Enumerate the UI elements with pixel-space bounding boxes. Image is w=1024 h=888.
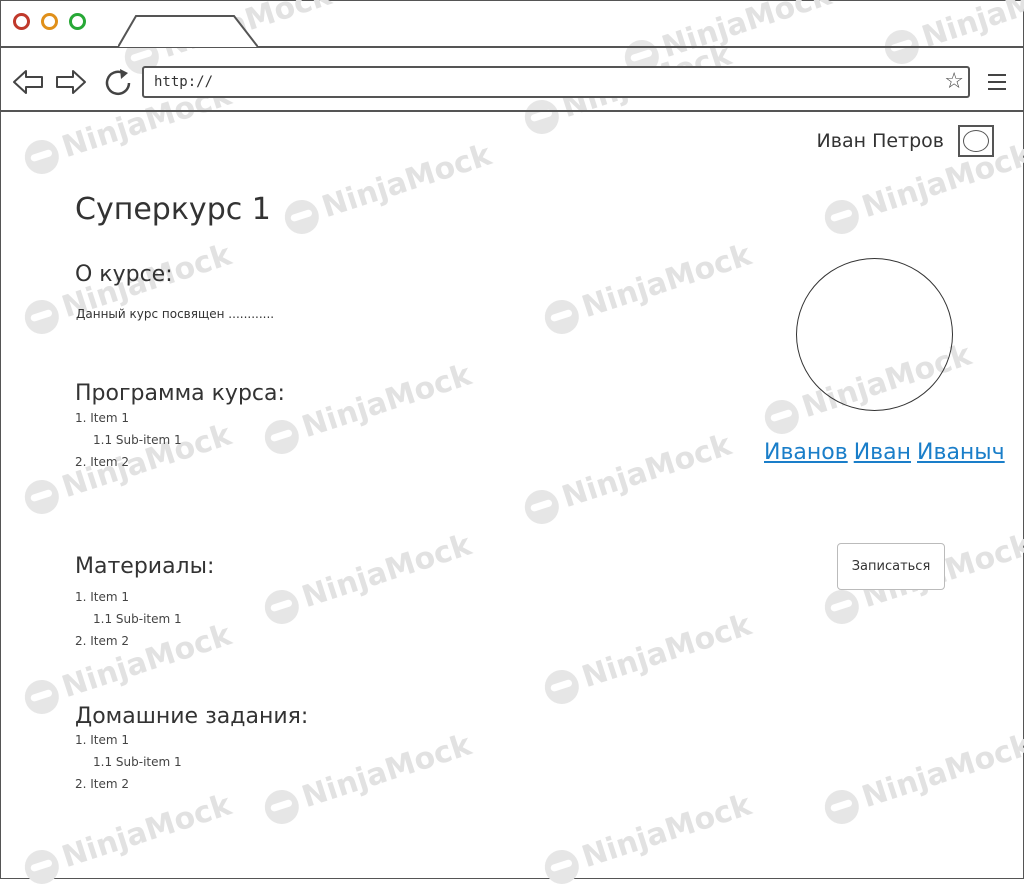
homework-heading: Домашние задания: bbox=[75, 704, 309, 729]
teacher-middle-name-link[interactable]: Иваныч bbox=[917, 440, 1005, 465]
program-list: 1. Item 1 1.1 Sub-item 1 2. Item 2 bbox=[75, 407, 182, 473]
close-window-button[interactable] bbox=[13, 13, 30, 30]
list-item: 1. Item 1 bbox=[75, 411, 130, 425]
teacher-photo bbox=[796, 258, 953, 411]
back-arrow-icon[interactable] bbox=[12, 68, 44, 96]
course-title: Суперкурс 1 bbox=[75, 192, 271, 227]
list-item: 2. Item 2 bbox=[75, 455, 130, 469]
browser-tab[interactable] bbox=[118, 14, 258, 48]
user-name[interactable]: Иван Петров bbox=[817, 130, 944, 152]
materials-list: 1. Item 1 1.1 Sub-item 1 2. Item 2 bbox=[75, 586, 182, 652]
maximize-window-button[interactable] bbox=[69, 13, 86, 30]
browser-titlebar bbox=[0, 0, 1024, 48]
list-item: 1.1 Sub-item 1 bbox=[93, 612, 182, 626]
list-item: 1. Item 1 bbox=[75, 733, 130, 747]
homework-list: 1. Item 1 1.1 Sub-item 1 2. Item 2 bbox=[75, 729, 182, 795]
list-item: 1.1 Sub-item 1 bbox=[93, 433, 182, 447]
list-item: 1.1 Sub-item 1 bbox=[93, 755, 182, 769]
forward-arrow-icon[interactable] bbox=[55, 68, 87, 96]
materials-heading: Материалы: bbox=[75, 554, 215, 579]
star-icon[interactable]: ☆ bbox=[944, 69, 964, 95]
program-heading: Программа курса: bbox=[75, 381, 285, 406]
address-bar[interactable]: http:// ☆ bbox=[142, 66, 970, 98]
teacher-last-name-link[interactable]: Иванов bbox=[764, 440, 848, 465]
about-heading: О курсе: bbox=[75, 262, 173, 287]
user-avatar[interactable] bbox=[958, 125, 994, 157]
list-item: 1. Item 1 bbox=[75, 590, 130, 604]
reload-icon[interactable] bbox=[103, 68, 135, 96]
browser-toolbar: http:// ☆ bbox=[0, 46, 1024, 112]
about-text: Данный курс посвящен ............ bbox=[76, 307, 275, 321]
enroll-button[interactable]: Записаться bbox=[837, 543, 945, 590]
hamburger-menu-icon[interactable] bbox=[988, 74, 1006, 95]
list-item: 2. Item 2 bbox=[75, 634, 130, 648]
address-bar-text: http:// bbox=[154, 74, 214, 90]
list-item: 2. Item 2 bbox=[75, 777, 130, 791]
teacher-name: Иванов Иван Иваныч bbox=[764, 440, 1011, 465]
minimize-window-button[interactable] bbox=[41, 13, 58, 30]
teacher-first-name-link[interactable]: Иван bbox=[854, 440, 911, 465]
page-content: Иван Петров Суперкурс 1 О курсе: Данный … bbox=[0, 112, 1024, 879]
